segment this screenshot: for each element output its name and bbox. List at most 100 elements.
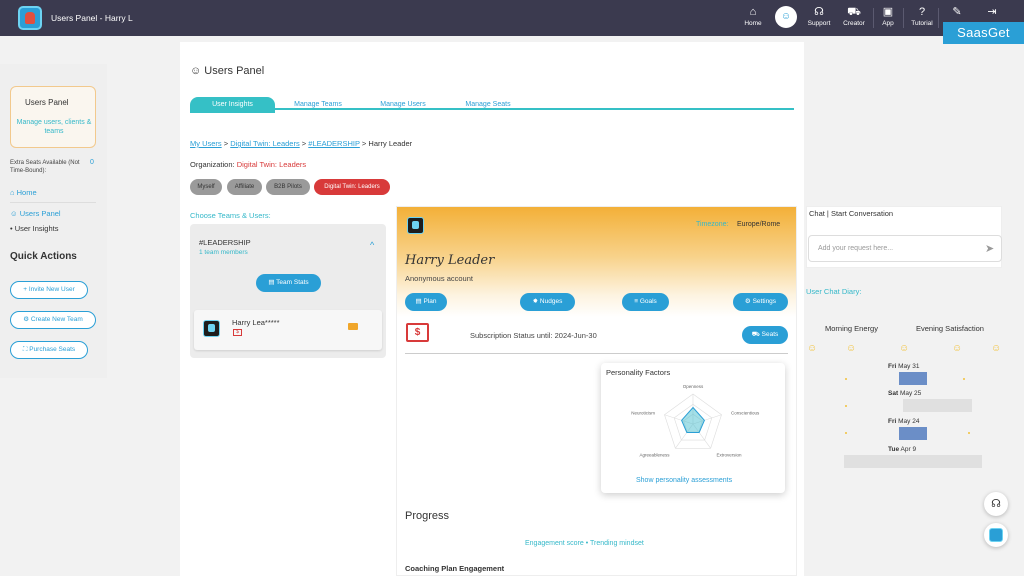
nav-logout[interactable]: ⇥	[975, 6, 1009, 20]
sidebar-users-panel-card[interactable]: Users Panel Manage users, clients & team…	[10, 86, 96, 148]
home-icon: ⌂	[749, 6, 757, 18]
sidebar-item-users-panel[interactable]: ☺ Users Panel	[10, 209, 61, 218]
diary-date: Tue Apr 9	[888, 446, 917, 453]
diary-date: Fri May 24	[888, 418, 920, 425]
seats-button[interactable]: ⛟ Seats	[742, 326, 788, 344]
choose-teams-title: Choose Teams & Users:	[190, 211, 271, 220]
smiley-icon: ☺	[899, 343, 910, 354]
nudges-button[interactable]: ✸ Nudges	[520, 293, 575, 311]
tab-manage-teams[interactable]: Manage Teams	[281, 97, 355, 113]
show-personality-link[interactable]: Show personality assessments	[636, 477, 732, 484]
users-icon: ☺	[190, 65, 205, 77]
diary-bar[interactable]	[899, 372, 927, 385]
team-stats-button[interactable]: ▤ Team Stats	[256, 274, 321, 292]
plan-button[interactable]: ▤ Plan	[405, 293, 447, 311]
app-icon: ▣	[882, 6, 894, 18]
personality-radar-chart: Openness Conscientious Extroversion Agreeab…	[631, 384, 760, 458]
tab-underline	[190, 108, 794, 110]
engagement-link[interactable]: Engagement score • Trending mindset	[525, 540, 644, 547]
sidebar-divider	[10, 202, 96, 203]
goals-button[interactable]: ≡ Goals	[622, 293, 669, 311]
diary-dot	[968, 432, 970, 434]
organization-line: Organization: Digital Twin: Leaders	[190, 160, 307, 169]
diary-bar[interactable]	[844, 455, 982, 468]
breadcrumb-my-users[interactable]: My Users	[190, 139, 222, 148]
nav-tutorial[interactable]: ? Tutorial	[905, 6, 939, 27]
smiley-icon: ☺	[807, 343, 818, 354]
diary-bar[interactable]	[899, 427, 927, 440]
org-chip-digital-twin[interactable]: Digital Twin: Leaders	[314, 179, 390, 195]
subscription-badge-icon: $	[233, 329, 242, 336]
chat-placeholder: Add your request here...	[818, 245, 894, 252]
sidebar-item-user-insights[interactable]: • User Insights	[10, 224, 59, 233]
diary-bar[interactable]	[903, 399, 972, 412]
breadcrumb: My Users > Digital Twin: Leaders > #LEAD…	[190, 139, 413, 148]
cart-icon: ⛟	[751, 331, 762, 338]
profile-divider	[405, 353, 788, 354]
wrench-icon: ✎	[952, 6, 962, 18]
breadcrumb-leadership[interactable]: #LEADERSHIP	[308, 139, 360, 148]
org-chip-myself[interactable]: Myself	[190, 179, 222, 195]
cart-icon: ⛟	[847, 6, 861, 18]
chevron-up-icon[interactable]: ^	[370, 240, 374, 250]
member-avatar	[203, 320, 220, 337]
users-icon: ☺	[10, 209, 20, 218]
member-card[interactable]	[194, 310, 382, 350]
nav-tools[interactable]: ✎	[940, 6, 974, 20]
organization-value: Digital Twin: Leaders	[236, 160, 307, 169]
smiley-icon: ☺	[952, 343, 963, 354]
progress-title: Progress	[405, 510, 450, 522]
headset-icon: ☊	[814, 6, 824, 18]
nav-divider	[903, 8, 904, 28]
org-chip-affiliate[interactable]: Affiliate	[227, 179, 262, 195]
nav-app[interactable]: ▣ App	[871, 6, 905, 27]
nav-creator[interactable]: ⛟ Creator	[837, 6, 871, 27]
tab-manage-users[interactable]: Manage Users	[368, 97, 438, 113]
invite-user-button[interactable]: + Invite New User	[10, 281, 88, 299]
evening-satisfaction-label: Evening Satisfaction	[916, 324, 984, 333]
diary-dot	[845, 405, 847, 407]
tab-manage-seats[interactable]: Manage Seats	[453, 97, 523, 113]
team-members-count: 1 team members	[199, 249, 248, 256]
diary-title: User Chat Diary:	[806, 287, 862, 296]
diary-date: Sat May 25	[888, 390, 922, 397]
sidebar-card-title: Users Panel	[25, 98, 69, 107]
gear-icon: ⚙	[744, 298, 753, 305]
nudge-icon: ✸	[532, 298, 540, 305]
help-icon: ?	[918, 6, 926, 18]
diary-dot	[845, 378, 847, 380]
smiley-icon: ☺	[991, 343, 1002, 354]
smiley-icon: ☺	[846, 343, 857, 354]
radar-axis-label: Conscientious	[731, 410, 760, 415]
sidebar-item-home[interactable]: ⌂ Home	[10, 188, 37, 197]
diary-dot	[963, 378, 965, 380]
nav-support[interactable]: ☊ Support	[802, 6, 836, 27]
create-team-button[interactable]: ⚙ Create New Team	[10, 311, 96, 329]
app-title: Users Panel - Harry L	[51, 13, 133, 23]
profile-name: Harry Leader	[405, 253, 495, 268]
radar-series	[681, 406, 705, 433]
settings-button[interactable]: ⚙ Settings	[733, 293, 788, 311]
profile-logo-icon	[407, 217, 424, 234]
tab-user-insights[interactable]: User Insights	[190, 97, 275, 113]
home-icon: ⌂	[10, 188, 17, 197]
team-name[interactable]: #LEADERSHIP	[199, 238, 251, 247]
page-title: ☺ Users Panel	[190, 65, 265, 77]
quick-actions-title: Quick Actions	[10, 251, 77, 262]
morning-energy-label: Morning Energy	[825, 324, 878, 333]
logout-icon: ⇥	[987, 6, 997, 18]
radar-axis-label: Neuroticism	[631, 410, 655, 415]
coaching-plan-title: Coaching Plan Engagement	[405, 564, 505, 573]
support-headset-button[interactable]: ☊	[984, 492, 1008, 516]
nav-home[interactable]: ⌂ Home	[736, 6, 770, 27]
breadcrumb-digital-twin[interactable]: Digital Twin: Leaders	[230, 139, 299, 148]
users-icon[interactable]: ☺	[775, 6, 797, 28]
assistant-avatar-button[interactable]	[984, 523, 1008, 547]
purchase-seats-button[interactable]: ⛶ Purchase Seats	[10, 341, 88, 359]
org-chip-b2b-pilots[interactable]: B2B Pilots	[266, 179, 310, 195]
send-icon[interactable]: ➤	[985, 242, 994, 255]
diary-dot	[845, 432, 847, 434]
app-logo-icon[interactable]	[18, 6, 42, 30]
tag-icon	[348, 323, 358, 330]
radar-axis-label: Agreeableness	[639, 453, 670, 458]
